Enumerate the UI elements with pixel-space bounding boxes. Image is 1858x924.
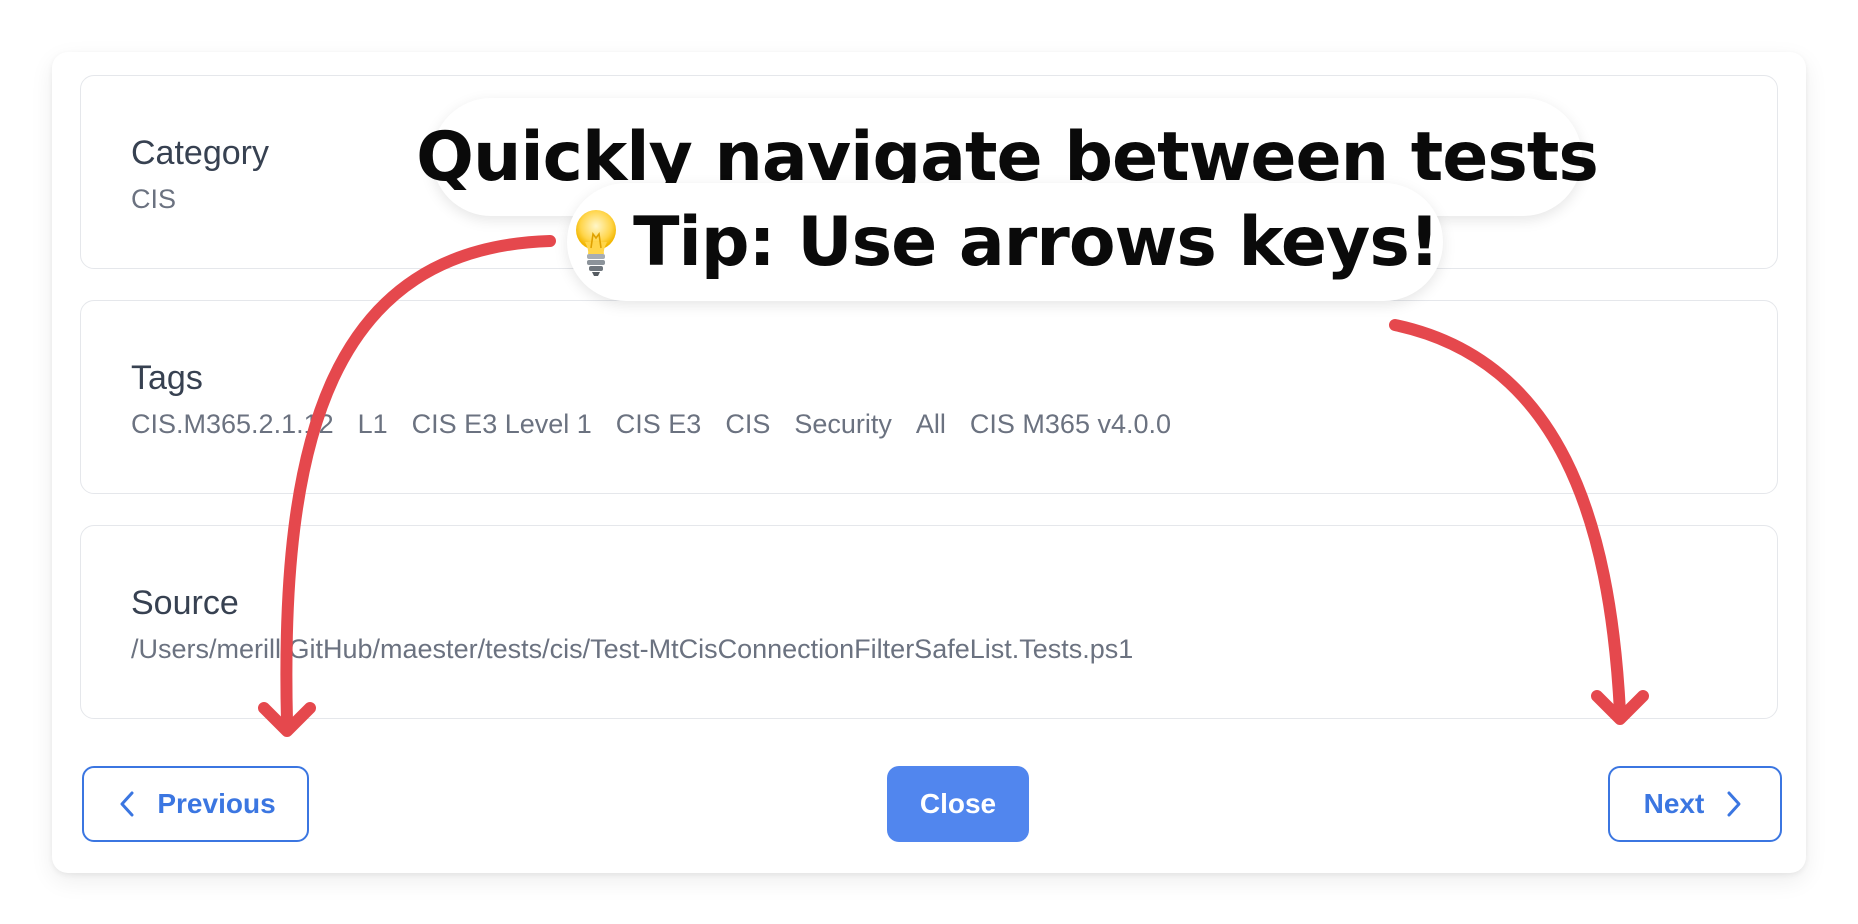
close-button[interactable]: Close [887,766,1029,842]
tip-bubble: Tip: Use arrows keys! [567,183,1443,301]
tag-item: CIS M365 v4.0.0 [969,409,1172,439]
chevron-right-icon [1727,791,1741,817]
tag-item: CIS.M365.2.1.12 [131,409,334,439]
tags-title: Tags [131,359,203,397]
source-title: Source [131,584,239,622]
previous-label: Previous [157,788,276,819]
tag-item: All [915,409,946,439]
tag-item: CIS [725,409,771,439]
next-label: Next [1643,788,1705,819]
tag-item: Security [794,409,892,439]
source-path: /Users/merill/GitHub/maester/tests/cis/T… [131,634,1134,664]
next-button[interactable]: Next [1608,766,1782,842]
tip-text: Tip: Use arrows keys! [633,202,1440,282]
tag-item: CIS E3 Level 1 [411,409,592,439]
tags-card: Tags CIS.M365.2.1.12 L1 CIS E3 Level 1 C… [80,300,1778,494]
tag-item: L1 [357,409,388,439]
source-card: Source /Users/merill/GitHub/maester/test… [80,525,1778,719]
previous-button[interactable]: Previous [82,766,309,842]
lightbulb-icon [576,210,617,276]
tag-item: CIS E3 [615,409,702,439]
chevron-left-icon [120,791,134,817]
tags-list: CIS.M365.2.1.12 L1 CIS E3 Level 1 CIS E3… [131,409,1171,440]
close-label: Close [919,788,997,819]
category-title: Category [131,134,269,172]
category-value: CIS [131,184,177,214]
screen: Category CIS Tags CIS.M365.2.1.12 L1 CIS… [0,0,1858,924]
